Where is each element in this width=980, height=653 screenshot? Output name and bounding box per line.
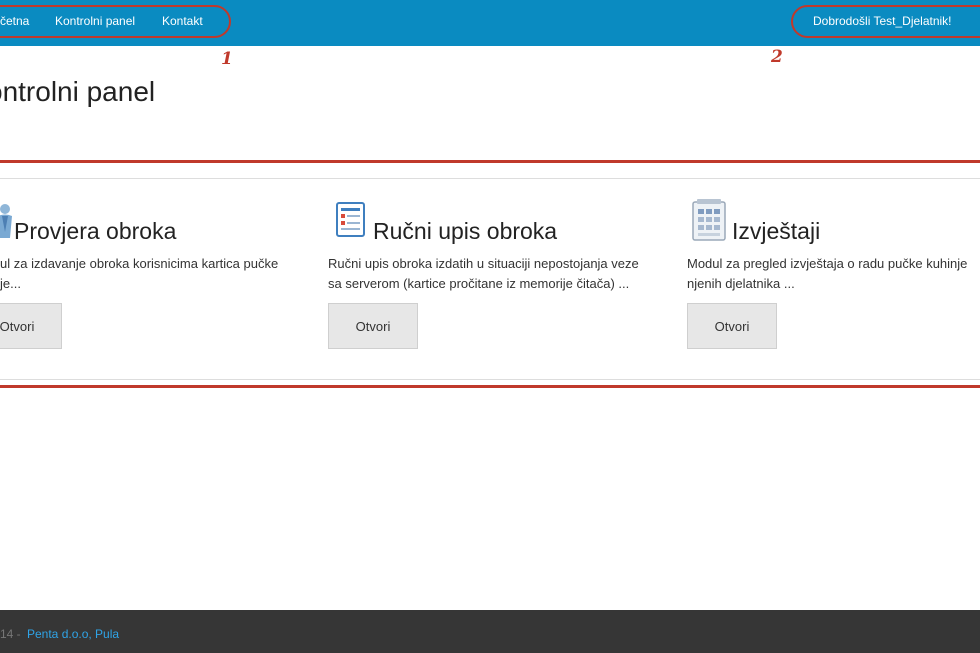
report-icon [691, 198, 727, 242]
module-description: Ručni upis obroka izdatih u situaciji ne… [328, 256, 639, 291]
divider-bottom [0, 379, 980, 380]
annotation-line-bottom [0, 385, 980, 388]
module-title: Ručni upis obroka [373, 218, 558, 244]
module-title: Provjera obroka [14, 218, 177, 244]
footer-copyright: 14 - [0, 627, 21, 641]
module-title: Izvještaji [732, 218, 821, 244]
annotation-line-top [0, 160, 980, 163]
annotation-marker-1: 1 [221, 49, 233, 69]
open-izvjestaji-button[interactable]: Otvori [687, 303, 777, 349]
annotation-oval-user [791, 5, 980, 38]
page-title: ontrolni panel [0, 76, 156, 107]
annotation-oval-nav [0, 5, 231, 38]
footer: 14 - Penta d.o.o, Pula [0, 610, 980, 653]
open-provjera-button[interactable]: Otvori [0, 303, 62, 349]
form-icon [336, 202, 366, 238]
open-rucni-upis-button[interactable]: Otvori [328, 303, 418, 349]
footer-company-link[interactable]: Penta d.o.o, Pula [27, 627, 119, 641]
module-description: ul za izdavanje obroka korisnicima karti… [0, 256, 279, 291]
divider-top [0, 178, 980, 179]
annotation-marker-2: 2 [771, 47, 783, 67]
module-description: Modul za pregled izvještaja o radu pučke… [687, 256, 968, 291]
